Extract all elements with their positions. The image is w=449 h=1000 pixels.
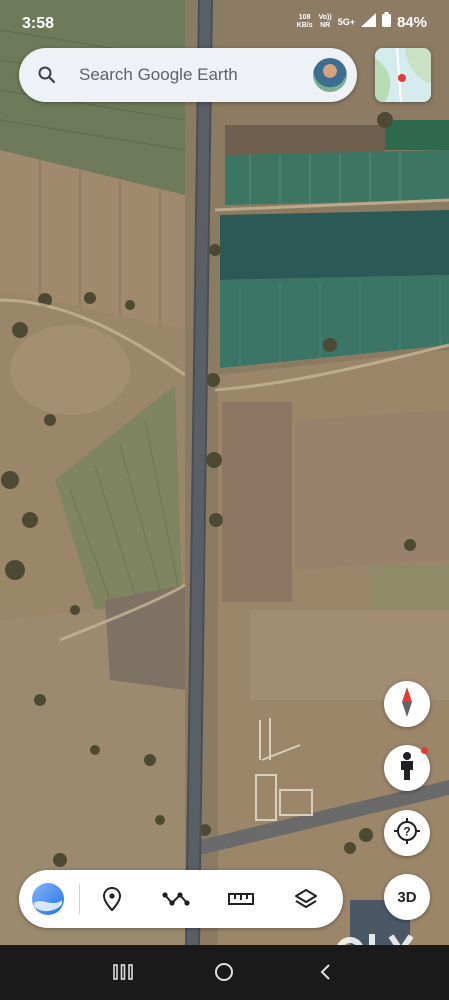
network-speed: 108 KB/s xyxy=(296,14,313,29)
svg-text:?: ? xyxy=(403,824,410,838)
home-icon[interactable] xyxy=(211,959,237,985)
ruler-icon[interactable] xyxy=(226,884,256,914)
place-icon[interactable] xyxy=(97,884,127,914)
signal-icon xyxy=(360,12,376,32)
navigation-bar xyxy=(0,945,449,1000)
path-icon[interactable] xyxy=(161,884,191,914)
satellite-map[interactable] xyxy=(0,0,449,945)
volte-indicator: Vo)) NR xyxy=(318,14,332,29)
search-placeholder[interactable]: Search Google Earth xyxy=(79,65,238,85)
help-target-icon: ? xyxy=(393,817,421,850)
pegman-icon xyxy=(398,751,416,785)
search-bar[interactable]: Search Google Earth xyxy=(19,48,357,102)
search-icon[interactable] xyxy=(37,65,57,85)
status-time: 3:58 xyxy=(22,15,55,32)
battery-percent: 84% xyxy=(396,13,427,31)
battery-icon xyxy=(381,12,391,32)
earth-logo-icon[interactable] xyxy=(31,882,65,916)
layers-icon[interactable] xyxy=(291,884,321,914)
compass-icon xyxy=(397,686,417,722)
account-avatar[interactable] xyxy=(313,58,347,92)
back-icon[interactable] xyxy=(312,959,338,985)
help-button[interactable]: ? xyxy=(384,810,430,856)
network-type: 5G+ xyxy=(337,17,355,27)
compass-button[interactable] xyxy=(384,681,430,727)
notification-dot xyxy=(421,747,428,754)
3d-toggle-button[interactable]: 3D xyxy=(384,874,430,920)
recent-apps-icon[interactable] xyxy=(110,959,136,985)
3d-label: 3D xyxy=(397,888,417,906)
toolbar-divider xyxy=(79,884,80,914)
status-bar: 3:58 108 KB/s Vo)) NR 5G+ 84% xyxy=(0,0,449,48)
map-overview-thumbnail[interactable] xyxy=(375,48,431,102)
bottom-toolbar xyxy=(19,870,343,928)
street-view-button[interactable] xyxy=(384,745,430,791)
